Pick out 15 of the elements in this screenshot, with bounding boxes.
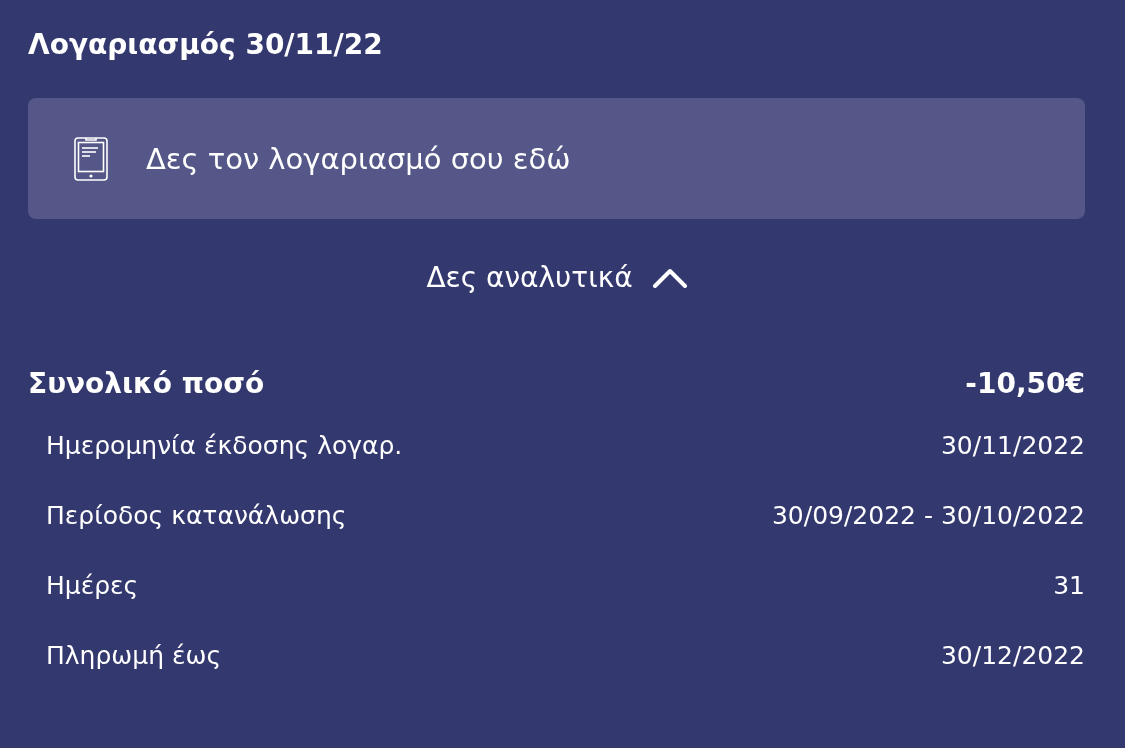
detail-label: Πληρωμή έως <box>46 640 222 672</box>
detail-value: 30/11/2022 <box>940 430 1085 462</box>
details-toggle[interactable]: Δες αναλυτικά <box>426 257 687 299</box>
detail-label: Περίοδος κατανάλωσης <box>46 500 347 532</box>
detail-label: Ημερομηνία έκδοσης λογαρ. <box>46 430 403 462</box>
detail-label: Ημέρες <box>46 570 139 602</box>
bill-title: Λογαριασμός 30/11/22 <box>28 27 383 63</box>
phone-document-icon <box>74 136 108 181</box>
detail-value: 30/09/2022 - 30/10/2022 <box>771 500 1085 532</box>
total-amount: -10,50€ <box>965 366 1085 402</box>
total-label: Συνολικό ποσό <box>28 366 265 402</box>
view-bill-link[interactable]: Δες τον λογαριασμό σου εδώ <box>28 98 1085 219</box>
detail-value: 31 <box>1053 570 1085 602</box>
detail-value: 30/12/2022 <box>940 640 1085 672</box>
chevron-up-icon <box>652 268 687 288</box>
